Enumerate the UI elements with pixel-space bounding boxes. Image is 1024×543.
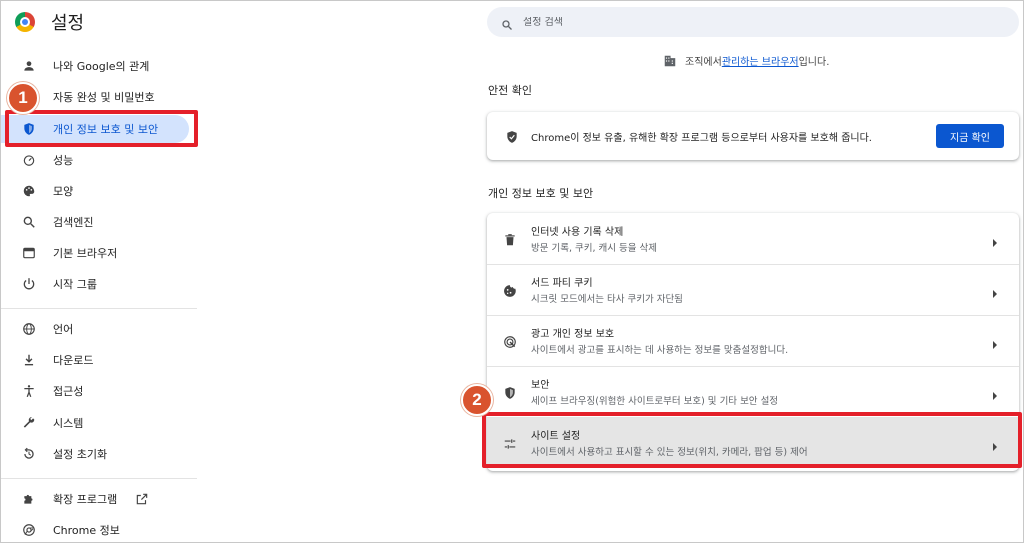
row-desc: 사이트에서 광고를 표시하는 데 사용하는 정보를 맞춤설정합니다. bbox=[531, 345, 789, 356]
chevron-right-icon bbox=[991, 437, 999, 451]
step-badge-2: 2 bbox=[461, 384, 493, 416]
building-icon bbox=[663, 54, 677, 68]
palette-icon bbox=[21, 183, 37, 199]
managed-suffix: 입니다. bbox=[798, 57, 830, 68]
chevron-right-icon bbox=[991, 233, 999, 247]
sidebar-item-label: 확장 프로그램 bbox=[53, 493, 118, 506]
row-separator bbox=[487, 264, 1019, 265]
row-security[interactable]: 보안 세이프 브라우징(위험한 사이트로부터 보호) 및 기타 보안 설정 bbox=[487, 366, 1019, 417]
row-title: 서드 파티 쿠키 bbox=[531, 278, 593, 289]
row-third-party-cookies[interactable]: 서드 파티 쿠키 시크릿 모드에서는 타사 쿠키가 자단됨 bbox=[487, 264, 1019, 315]
sidebar-item-reset-settings[interactable]: 설정 초기화 bbox=[1, 440, 197, 468]
sidebar-item-system[interactable]: 시스템 bbox=[1, 409, 197, 437]
sidebar: 설정 나와 Google의 관계 자동 완성 및 비밀번호 개인 정보 보호 및… bbox=[1, 1, 201, 543]
ad-privacy-icon bbox=[503, 334, 517, 348]
download-icon bbox=[21, 352, 37, 368]
sidebar-item-label: 성능 bbox=[53, 154, 74, 167]
chrome-icon bbox=[21, 522, 37, 538]
row-title: 광고 개인 정보 보호 bbox=[531, 329, 615, 340]
page-title: 설정 bbox=[51, 13, 85, 34]
settings-header: 설정 bbox=[15, 9, 84, 35]
puzzle-icon bbox=[21, 491, 37, 507]
sidebar-item-label: 자동 완성 및 비밀번호 bbox=[53, 91, 155, 104]
row-title: 보안 bbox=[531, 380, 550, 391]
sidebar-item-accessibility[interactable]: 접근성 bbox=[1, 377, 197, 405]
chevron-right-icon bbox=[991, 335, 999, 349]
sidebar-item-about-chrome[interactable]: Chrome 정보 bbox=[1, 516, 197, 543]
sidebar-item-you-and-google[interactable]: 나와 Google의 관계 bbox=[1, 52, 197, 80]
wrench-icon bbox=[21, 415, 37, 431]
external-link-icon bbox=[135, 491, 149, 510]
sidebar-item-label: 설정 초기화 bbox=[53, 448, 108, 461]
sidebar-item-label: 검색엔진 bbox=[53, 216, 94, 229]
sidebar-item-appearance[interactable]: 모양 bbox=[1, 177, 197, 205]
sidebar-item-languages[interactable]: 언어 bbox=[1, 315, 197, 343]
trash-icon bbox=[503, 232, 517, 246]
globe-icon bbox=[21, 321, 37, 337]
shield-check-icon bbox=[505, 129, 519, 143]
managed-prefix: 조직에서 bbox=[685, 57, 722, 68]
row-title: 사이트 설정 bbox=[531, 431, 581, 442]
cookie-icon bbox=[503, 283, 517, 297]
sidebar-item-label: 언어 bbox=[53, 323, 74, 336]
chevron-right-icon bbox=[991, 284, 999, 298]
reset-icon bbox=[21, 446, 37, 462]
row-separator bbox=[487, 366, 1019, 367]
sidebar-item-label: 나와 Google의 관계 bbox=[53, 60, 150, 73]
chrome-logo-icon bbox=[15, 12, 35, 32]
row-separator bbox=[487, 315, 1019, 316]
row-clear-browsing-data[interactable]: 인터넷 사용 기록 삭제 방문 기록, 쿠키, 캐시 등을 삭제 bbox=[487, 213, 1019, 264]
speedometer-icon bbox=[21, 152, 37, 168]
managed-browser-notice: 조직에서 관리하는 브라우저 입니다. bbox=[663, 53, 829, 68]
managed-browser-link[interactable]: 관리하는 브라우저 bbox=[722, 53, 799, 68]
sidebar-item-performance[interactable]: 성능 bbox=[1, 146, 197, 174]
power-icon bbox=[21, 276, 37, 292]
security-shield-icon bbox=[503, 385, 517, 399]
sidebar-item-label: 모양 bbox=[53, 185, 74, 198]
person-icon bbox=[21, 58, 37, 74]
search-icon bbox=[501, 16, 513, 30]
row-site-settings[interactable]: 사이트 설정 사이트에서 사용하고 표시할 수 있는 정보(위치, 카메라, 팝… bbox=[487, 417, 1019, 468]
safety-check-card: Chrome이 정보 유출, 유해한 확장 프로그램 등으로부터 사용자를 보호… bbox=[487, 112, 1019, 160]
sidebar-item-label: 다운로드 bbox=[53, 354, 94, 367]
chevron-right-icon bbox=[991, 386, 999, 400]
row-desc: 사이트에서 사용하고 표시할 수 있는 정보(위치, 카메라, 팝업 등) 제어 bbox=[531, 447, 808, 458]
step-badge-1: 1 bbox=[7, 82, 39, 114]
safety-check-title: 안전 확인 bbox=[488, 84, 532, 97]
search-icon bbox=[21, 214, 37, 230]
accessibility-icon bbox=[21, 383, 37, 399]
sidebar-divider bbox=[1, 308, 197, 309]
sidebar-item-label: Chrome 정보 bbox=[53, 524, 120, 537]
sidebar-item-privacy-security[interactable]: 개인 정보 보호 및 보안 bbox=[1, 115, 189, 143]
sidebar-item-label: 시작 그룹 bbox=[53, 278, 97, 291]
sidebar-item-label: 기본 브라우저 bbox=[53, 247, 118, 260]
row-title: 인터넷 사용 기록 삭제 bbox=[531, 227, 624, 238]
sidebar-item-downloads[interactable]: 다운로드 bbox=[1, 346, 197, 374]
shield-icon bbox=[21, 121, 37, 137]
sidebar-item-label: 개인 정보 보호 및 보안 bbox=[53, 123, 159, 136]
search-input[interactable] bbox=[523, 16, 983, 28]
row-desc: 시크릿 모드에서는 타사 쿠키가 자단됨 bbox=[531, 294, 683, 305]
safety-check-text: Chrome이 정보 유출, 유해한 확장 프로그램 등으로부터 사용자를 보호… bbox=[531, 133, 872, 144]
settings-search-bar[interactable] bbox=[487, 7, 1019, 37]
row-separator bbox=[487, 417, 1019, 418]
row-desc: 세이프 브라우징(위험한 사이트로부터 보호) 및 기타 보안 설정 bbox=[531, 396, 779, 407]
sidebar-item-extensions[interactable]: 확장 프로그램 bbox=[1, 485, 197, 513]
privacy-section-title: 개인 정보 보호 및 보안 bbox=[488, 187, 594, 200]
sidebar-item-default-browser[interactable]: 기본 브라우저 bbox=[1, 239, 197, 267]
browser-icon bbox=[21, 245, 37, 261]
row-ad-privacy[interactable]: 광고 개인 정보 보호 사이트에서 광고를 표시하는 데 사용하는 정보를 맞춤… bbox=[487, 315, 1019, 366]
sidebar-item-search-engine[interactable]: 검색엔진 bbox=[1, 208, 197, 236]
privacy-card: 인터넷 사용 기록 삭제 방문 기록, 쿠키, 캐시 등을 삭제 서드 파티 쿠… bbox=[487, 213, 1019, 471]
row-desc: 방문 기록, 쿠키, 캐시 등을 삭제 bbox=[531, 243, 658, 254]
check-now-button[interactable]: 지금 확인 bbox=[936, 124, 1004, 148]
sidebar-item-on-startup[interactable]: 시작 그룹 bbox=[1, 270, 197, 298]
tune-icon bbox=[503, 436, 517, 450]
sidebar-item-label: 접근성 bbox=[53, 385, 84, 398]
sidebar-item-label: 시스템 bbox=[53, 417, 84, 430]
sidebar-divider bbox=[1, 478, 197, 479]
